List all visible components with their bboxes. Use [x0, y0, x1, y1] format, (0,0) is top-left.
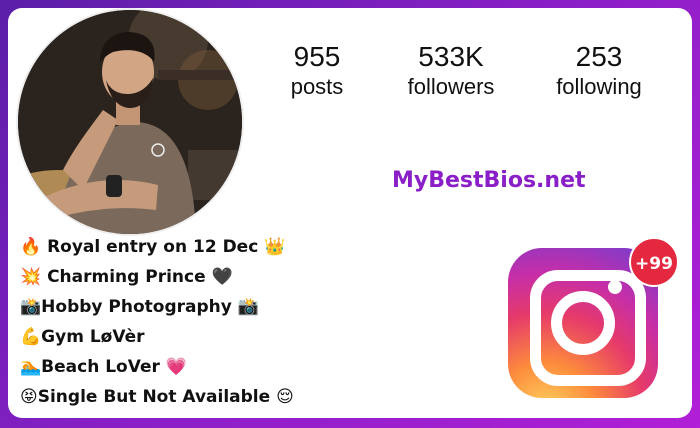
bio-block: 🔥 Royal entry on 12 Dec 👑 💥 Charming Pri… [20, 232, 294, 412]
notification-badge: +99 [629, 237, 679, 287]
profile-avatar[interactable] [18, 10, 242, 234]
following-count: 253 [575, 41, 623, 72]
followers-label: followers [407, 74, 495, 99]
bio-line: 😝Single But Not Available 😌 [20, 387, 294, 407]
watermark-text: MyBestBios.net [392, 168, 586, 193]
instagram-dot-shape [608, 280, 622, 294]
following-label: following [556, 74, 642, 99]
avatar-photo [18, 10, 242, 234]
posts-count: 955 [293, 41, 341, 72]
following-stat[interactable]: 253 following [542, 42, 656, 100]
instagram-lens-shape [551, 291, 615, 355]
bio-line: 🏊Beach LoVer 💗 [20, 357, 187, 377]
followers-stat[interactable]: 533K followers [394, 42, 508, 100]
bio-line: 💥 Charming Prince 🖤 [20, 267, 233, 287]
followers-count: 533K [418, 41, 484, 72]
bio-line: 💪Gym LøVèr [20, 327, 145, 347]
posts-label: posts [290, 74, 344, 99]
posts-stat[interactable]: 955 posts [270, 42, 364, 100]
profile-card: 955 posts 533K followers 253 following M… [8, 8, 692, 418]
bio-line: 📸Hobby Photography 📸 [20, 297, 259, 317]
bio-line: 🔥 Royal entry on 12 Dec 👑 [20, 237, 286, 257]
